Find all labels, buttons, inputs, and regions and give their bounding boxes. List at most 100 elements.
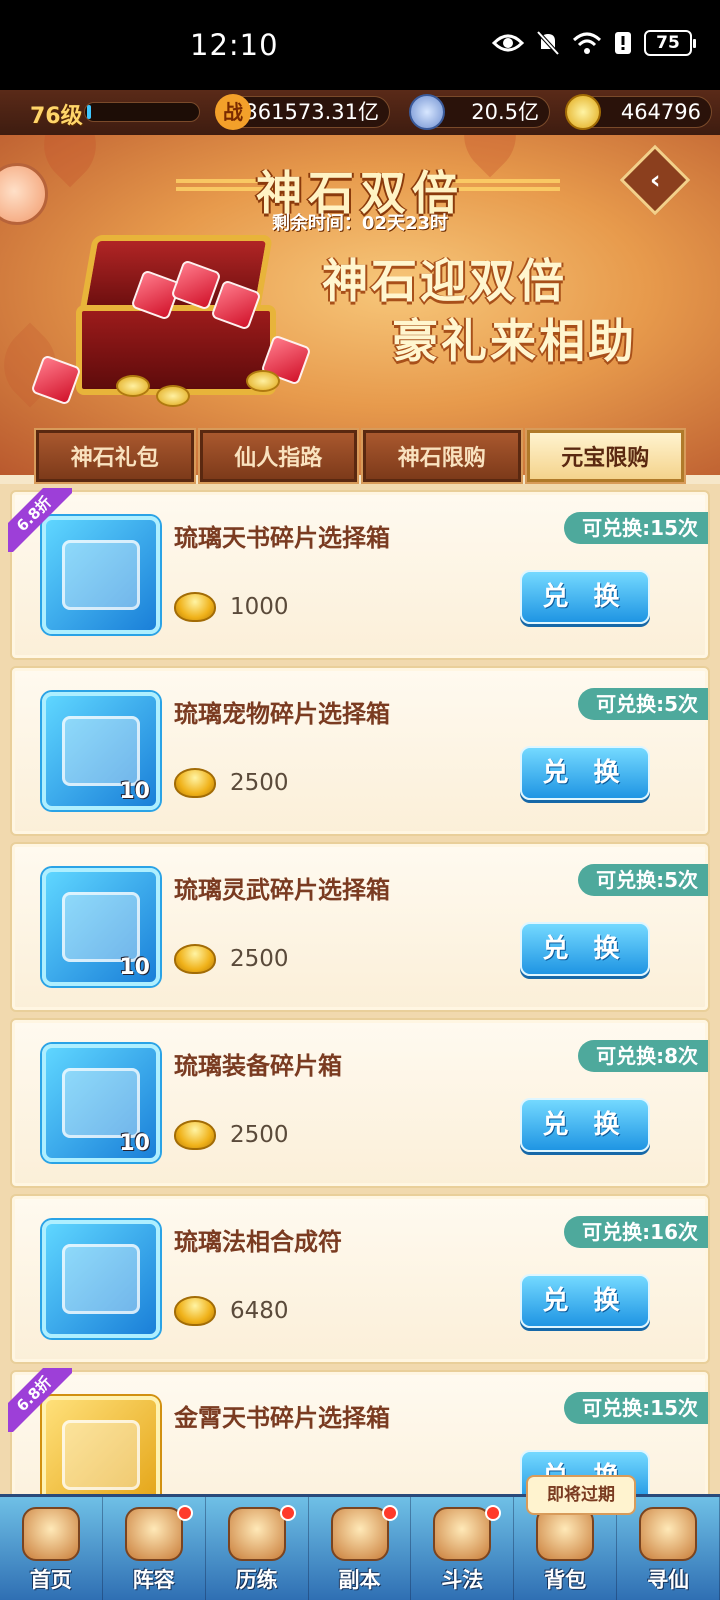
tab-immortal-guide[interactable]: 仙人指路 [197, 428, 359, 484]
discount-ribbon: 6.8折 [8, 488, 72, 552]
discount-label: 6.8折 [8, 1368, 72, 1432]
status-time: 12:10 [190, 28, 279, 62]
slogan-line-2: 豪礼来相助 [392, 314, 637, 368]
status-icons: 75 [492, 30, 696, 56]
item-price: 2500 [174, 768, 289, 798]
exchange-item: 10 琉璃灵武碎片选择箱 2500 可兑换:5次 兑 换 [10, 842, 710, 1012]
slogan-line-1: 神石迎双倍 [322, 254, 567, 308]
nav-item-lineup[interactable]: 阵容 [103, 1497, 206, 1600]
tab-divine-stone-pack[interactable]: 神石礼包 [34, 428, 196, 484]
item-art [62, 716, 140, 786]
talisman-icon[interactable] [42, 1220, 160, 1338]
gold-ingot-icon [174, 944, 216, 974]
nav-label: 斗法 [441, 1568, 484, 1592]
item-art [62, 892, 140, 962]
power-icon: 战 [215, 94, 251, 130]
exchange-remaining-badge: 可兑换:8次 [578, 1040, 708, 1072]
player-level: 76级 [30, 104, 83, 129]
exchange-item: 10 琉璃宠物碎片选择箱 2500 可兑换:5次 兑 换 [10, 666, 710, 836]
exchange-remaining-badge: 可兑换:5次 [578, 864, 708, 896]
event-banner: 神石双倍 剩余时间：02天23时 ‹ 神石迎双倍 豪礼来相助 [0, 135, 720, 475]
coin-icon [246, 370, 280, 392]
status-bar: 12:10 75 [0, 0, 720, 90]
item-name: 琉璃装备碎片箱 [174, 1052, 342, 1080]
exchange-button[interactable]: 兑 换 [520, 1098, 650, 1152]
notification-dot [485, 1505, 502, 1521]
treasure-chest-illustration [30, 235, 312, 407]
expiring-soon-tooltip: 即将过期 [526, 1475, 636, 1515]
nav-item-dungeon[interactable]: 副本 [309, 1497, 412, 1600]
exchange-remaining-badge: 可兑换:5次 [578, 688, 708, 720]
alert-icon [615, 32, 631, 54]
eye-icon [492, 34, 524, 52]
equipment-chest-icon[interactable]: 10 [42, 1044, 160, 1162]
training-icon [227, 1507, 286, 1561]
back-arrow-icon: ‹ [649, 165, 661, 195]
gold-ingot-icon [174, 592, 216, 622]
coin-icon [116, 375, 150, 397]
item-art [62, 1244, 140, 1314]
price-value: 1000 [230, 594, 289, 620]
exchange-remaining-badge: 可兑换:16次 [564, 1216, 708, 1248]
exchange-remaining-badge: 可兑换:15次 [564, 512, 708, 544]
lineup-icon [124, 1507, 183, 1561]
gold-ingot-icon [174, 1120, 216, 1150]
item-quantity: 10 [119, 955, 150, 980]
item-art [62, 1068, 140, 1138]
shop-tabs: 神石礼包 仙人指路 神石限购 元宝限购 [34, 428, 686, 484]
notification-dot [279, 1505, 296, 1521]
price-value: 2500 [230, 1122, 289, 1148]
bag-icon [536, 1507, 595, 1561]
nav-label: 寻仙 [647, 1568, 690, 1592]
resource-bar: 76级 战 361573.31亿 20.5亿 464796 [0, 90, 720, 135]
nav-item-battle[interactable]: 斗法 [411, 1497, 515, 1600]
notification-dot [382, 1505, 399, 1521]
exchange-button[interactable]: 兑 换 [520, 746, 650, 800]
power-value: 361573.31亿 [244, 100, 379, 124]
exchange-button[interactable]: 兑 换 [520, 1274, 650, 1328]
price-value: 6480 [230, 1298, 289, 1324]
gold-display[interactable]: 464796 [565, 94, 712, 130]
nav-item-training[interactable]: 历练 [206, 1497, 309, 1600]
item-name: 琉璃法相合成符 [174, 1228, 342, 1256]
item-name: 金霄天书碎片选择箱 [174, 1404, 390, 1432]
exchange-button[interactable]: 兑 换 [520, 922, 650, 976]
power-display: 战 361573.31亿 [215, 94, 390, 130]
exchange-button[interactable]: 兑 换 [520, 570, 650, 624]
silver-value: 20.5亿 [471, 100, 539, 124]
weapon-chest-icon[interactable]: 10 [42, 868, 160, 986]
gold-ingot-icon [565, 94, 601, 130]
item-art [62, 1420, 140, 1490]
gold-value: 464796 [620, 100, 701, 124]
item-price: 1000 [174, 592, 289, 622]
discount-ribbon: 6.8折 [8, 1368, 72, 1432]
nav-label: 阵容 [132, 1568, 175, 1592]
exchange-remaining-badge: 可兑换:15次 [564, 1392, 708, 1424]
tab-divine-stone-limited[interactable]: 神石限购 [361, 428, 523, 484]
battery-indicator: 75 [644, 30, 696, 56]
price-value: 2500 [230, 946, 289, 972]
item-quantity: 10 [119, 1131, 150, 1156]
game-screen: 12:10 75 76级 战 361573.31亿 20.5亿 464796 神… [0, 0, 720, 1600]
dungeon-icon [330, 1507, 389, 1561]
pet-chest-icon[interactable]: 10 [42, 692, 160, 810]
nav-label: 背包 [544, 1568, 587, 1592]
gold-ingot-icon [174, 768, 216, 798]
silver-coin-icon [409, 94, 445, 130]
item-name: 琉璃天书碎片选择箱 [174, 524, 390, 552]
notification-dot [176, 1505, 193, 1521]
xp-bar-fill [87, 105, 91, 119]
xp-bar [84, 102, 200, 122]
exchange-item: 琉璃法相合成符 6480 可兑换:16次 兑 换 [10, 1194, 710, 1364]
remaining-time: 剩余时间：02天23时 [271, 213, 449, 234]
exchange-item: 10 琉璃装备碎片箱 2500 可兑换:8次 兑 换 [10, 1018, 710, 1188]
tab-ingot-limited[interactable]: 元宝限购 [524, 428, 686, 484]
item-price: 2500 [174, 944, 289, 974]
price-value: 2500 [230, 770, 289, 796]
nav-item-home[interactable]: 首页 [0, 1497, 103, 1600]
exchange-list[interactable]: 6.8折 琉璃天书碎片选择箱 1000 可兑换:15次 兑 换 10 琉璃宠物碎… [0, 484, 720, 1494]
item-name: 琉璃灵武碎片选择箱 [174, 876, 390, 904]
nav-label: 首页 [29, 1568, 72, 1592]
exchange-item: 6.8折 琉璃天书碎片选择箱 1000 可兑换:15次 兑 换 [8, 488, 710, 660]
item-price: 6480 [174, 1296, 289, 1326]
